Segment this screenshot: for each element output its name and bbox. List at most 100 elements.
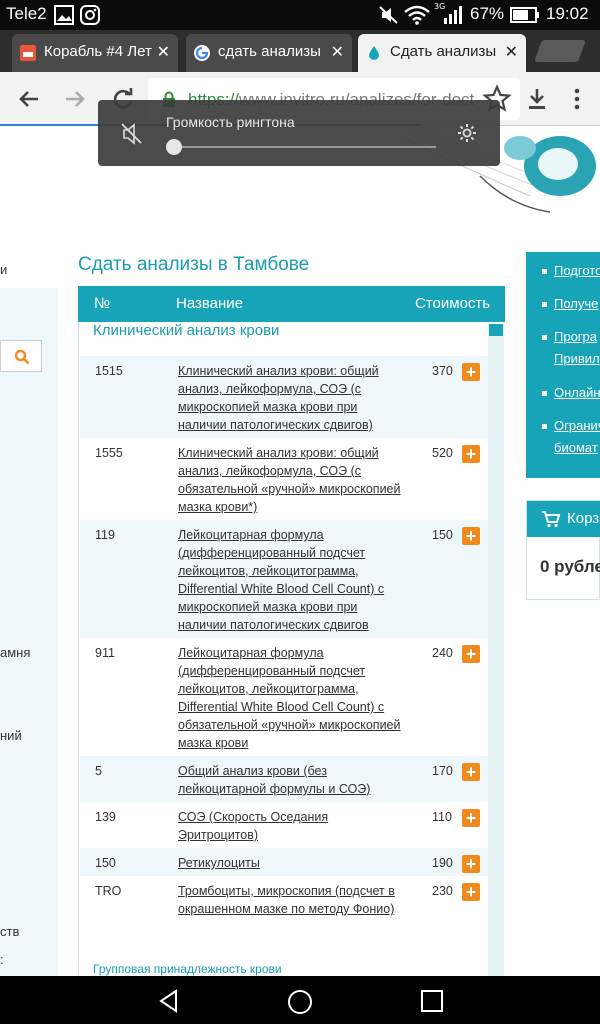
right-link[interactable]: Привил (554, 348, 600, 370)
tab-title: сдать анализы в (218, 43, 326, 60)
bullet (542, 302, 547, 307)
test-name-link[interactable]: Тромбоциты, микроскопия (подсчет в окраш… (178, 882, 402, 918)
right-link[interactable]: Онлайн (554, 382, 600, 404)
volume-slider-thumb[interactable] (166, 139, 182, 155)
cart-widget[interactable]: Корзи 0 рубле (526, 500, 600, 600)
test-name-link[interactable]: Общий анализ крови (без лейкоцитарной фо… (178, 762, 402, 798)
price-table-header: № Название Стоимость (78, 286, 505, 322)
bullet (542, 269, 547, 274)
carrier-name: Tele2 (6, 4, 47, 23)
orange-site-icon (20, 45, 36, 61)
test-price: 240 (432, 646, 453, 660)
test-name-link[interactable]: Лейкоцитарная формула (дифференцированны… (178, 526, 402, 634)
new-tab-button[interactable] (533, 40, 587, 62)
test-price: 170 (432, 764, 453, 778)
cart-header: Корзи (527, 501, 600, 537)
table-row: 119 Лейкоцитарная формула (дифференциров… (80, 520, 488, 638)
table-row: TRO Тромбоциты, микроскопия (подсчет в о… (80, 876, 488, 942)
table-row: 1555 Клинический анализ крови: общий ана… (80, 438, 488, 520)
signal-icon (444, 6, 462, 24)
group-title: Клинический анализ крови (93, 322, 280, 339)
battery-icon (510, 7, 539, 23)
bullet (542, 335, 547, 340)
bullet (542, 391, 547, 396)
volume-slider-track[interactable] (174, 146, 436, 148)
recent-apps-square-icon[interactable] (420, 989, 444, 1013)
right-link[interactable]: Подгото (554, 260, 600, 282)
test-name-link[interactable]: Ретикулоциты (178, 854, 402, 872)
left-sidebar: амня ний ств : (0, 288, 58, 978)
home-circle-icon[interactable] (286, 988, 314, 1016)
mute-icon[interactable] (120, 122, 144, 146)
table-row: 1515 Клинический анализ крови: общий ана… (80, 356, 488, 438)
cart-total: 0 рубле (540, 557, 600, 576)
add-to-cart-button[interactable]: + (462, 445, 480, 463)
test-code: 1515 (95, 364, 123, 378)
column-name-header: Название (176, 295, 244, 312)
next-group-title[interactable]: Групповая принадлежность крови (93, 962, 282, 976)
left-nav-fragment[interactable]: амня (0, 645, 30, 660)
right-link[interactable]: Огранич (554, 415, 600, 437)
test-name-link[interactable]: Клинический анализ крови: общий анализ, … (178, 444, 402, 516)
clock: 19:02 (546, 4, 589, 23)
right-link[interactable]: Получе (554, 293, 598, 315)
wifi-icon (404, 5, 430, 25)
test-name-link[interactable]: Клинический анализ крови: общий анализ, … (178, 362, 402, 434)
back-arrow-icon[interactable] (14, 84, 44, 114)
table-scrollbar-thumb[interactable] (489, 324, 503, 336)
status-bar: Tele2 3G 67% 19:02 (0, 0, 600, 30)
instagram-icon (80, 5, 100, 25)
close-icon[interactable]: ✕ (157, 42, 170, 62)
add-to-cart-button[interactable]: + (462, 883, 480, 901)
gallery-icon (54, 5, 74, 25)
add-to-cart-button[interactable]: + (462, 763, 480, 781)
left-nav-fragment[interactable]: и (0, 262, 7, 277)
tab-title: Сдать анализы в (390, 43, 500, 60)
test-price: 370 (432, 364, 453, 378)
left-nav-fragment[interactable]: ств (0, 924, 19, 939)
cart-label: Корзи (567, 510, 600, 527)
table-scrollbar[interactable] (488, 324, 504, 978)
tab-title: Корабль #4 Лету (44, 43, 152, 60)
right-link[interactable]: Програ (554, 326, 597, 348)
test-price: 110 (432, 810, 452, 824)
close-icon[interactable]: ✕ (331, 42, 344, 62)
gear-icon[interactable] (456, 122, 478, 144)
add-to-cart-button[interactable]: + (462, 645, 480, 663)
column-price-header: Стоимость (415, 295, 491, 312)
left-nav-fragment[interactable]: ний (0, 728, 22, 743)
right-link[interactable]: биомат (554, 437, 598, 459)
volume-label: Громкость рингтона (166, 114, 295, 130)
add-to-cart-button[interactable]: + (462, 527, 480, 545)
test-name-link[interactable]: СОЭ (Скорость Оседания Эритроцитов) (178, 808, 402, 844)
tab-2[interactable]: сдать анализы в ✕ (186, 34, 352, 72)
back-triangle-icon[interactable] (156, 988, 182, 1014)
search-button[interactable] (0, 340, 42, 372)
page-title: Сдать анализы в Тамбове (78, 254, 310, 275)
right-links-panel: Подгото Получе Програ Привил Онлайн Огра… (526, 252, 600, 478)
add-to-cart-button[interactable]: + (462, 855, 480, 873)
forward-arrow-icon[interactable] (60, 84, 90, 114)
left-nav-fragment[interactable]: : (0, 952, 4, 967)
test-price: 230 (432, 884, 453, 898)
download-icon[interactable] (522, 84, 552, 114)
test-code: TRO (95, 884, 122, 898)
add-to-cart-button[interactable]: + (462, 363, 480, 381)
bullet (542, 424, 547, 429)
menu-dots-icon[interactable] (562, 84, 592, 114)
mute-icon (379, 6, 398, 24)
test-name-link[interactable]: Лейкоцитарная формула (дифференцированны… (178, 644, 402, 752)
test-price: 520 (432, 446, 453, 460)
test-code: 5 (95, 764, 102, 778)
cart-icon (542, 511, 561, 528)
add-to-cart-button[interactable]: + (462, 809, 480, 827)
system-navigation-bar (0, 976, 600, 1024)
tab-3-active[interactable]: Сдать анализы в ✕ (358, 34, 526, 72)
close-icon[interactable]: ✕ (505, 42, 518, 62)
test-code: 139 (95, 810, 116, 824)
tab-1[interactable]: Корабль #4 Лету ✕ (12, 34, 178, 72)
ringtone-volume-panel: Громкость рингтона (98, 100, 500, 166)
table-row: 150 Ретикулоциты 190 + (80, 848, 488, 876)
test-code: 119 (95, 528, 115, 542)
table-row: 5 Общий анализ крови (без лейкоцитарной … (80, 756, 488, 802)
